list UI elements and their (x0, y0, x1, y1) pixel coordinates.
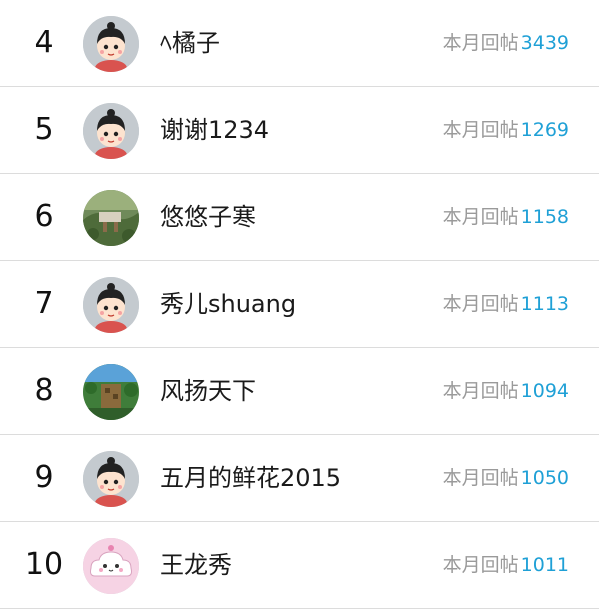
stat-label: 本月回帖 (442, 554, 519, 576)
leaderboard-row[interactable]: 5 谢谢1234 本月回帖 1269 (0, 87, 599, 174)
monthly-posts-stat: 本月回帖 3439 (443, 0, 569, 86)
monthly-posts-stat: 本月回帖 1011 (443, 522, 569, 608)
username: 风扬天下 (160, 377, 256, 405)
leaderboard-row[interactable]: 9 五月的鲜花2015 本月回帖 1050 (0, 435, 599, 522)
leaderboard-row[interactable]: 6 悠悠子寒 本月回帖 1158 (0, 174, 599, 261)
stat-label: 本月回帖 (442, 293, 519, 315)
stat-value: 1094 (520, 380, 569, 402)
stat-value: 1050 (520, 467, 569, 489)
cloud-avatar-icon[interactable] (83, 538, 139, 594)
girl-avatar-icon[interactable] (83, 16, 139, 72)
stat-label: 本月回帖 (442, 119, 519, 141)
stat-value: 3439 (520, 32, 569, 54)
username: 王龙秀 (160, 551, 232, 579)
landscape-avatar-icon[interactable] (83, 364, 139, 420)
stat-value: 1158 (520, 206, 569, 228)
username: ﾍ橘子 (160, 29, 220, 57)
leaderboard-row[interactable]: 7 秀儿shuang 本月回帖 1113 (0, 261, 599, 348)
girl-avatar-icon[interactable] (83, 277, 139, 333)
leaderboard-list: 4 ﾍ橘子 本月回帖 3439 5 谢谢1234 本月回帖 1269 6 悠悠子… (0, 0, 599, 609)
rank-number: 4 (34, 25, 54, 60)
rank-number: 9 (34, 460, 54, 495)
stat-label: 本月回帖 (442, 206, 519, 228)
rank-number: 10 (24, 547, 64, 582)
username: 秀儿shuang (160, 290, 297, 318)
monthly-posts-stat: 本月回帖 1050 (443, 435, 569, 521)
girl-avatar-icon[interactable] (83, 103, 139, 159)
leaderboard-row[interactable]: 4 ﾍ橘子 本月回帖 3439 (0, 0, 599, 87)
username: 悠悠子寒 (160, 203, 256, 231)
rank-number: 8 (34, 373, 54, 408)
monthly-posts-stat: 本月回帖 1269 (443, 87, 569, 173)
monthly-posts-stat: 本月回帖 1158 (443, 174, 569, 260)
username: 谢谢1234 (160, 116, 270, 144)
username: 五月的鲜花2015 (160, 464, 342, 492)
monthly-posts-stat: 本月回帖 1094 (443, 348, 569, 434)
stat-value: 1269 (520, 119, 569, 141)
girl-avatar-icon[interactable] (83, 451, 139, 507)
monthly-posts-stat: 本月回帖 1113 (443, 261, 569, 347)
rank-number: 7 (34, 286, 54, 321)
stat-label: 本月回帖 (442, 380, 519, 402)
stat-label: 本月回帖 (442, 467, 519, 489)
stat-value: 1113 (520, 293, 569, 315)
rank-number: 6 (34, 199, 54, 234)
photo-avatar-icon[interactable] (83, 190, 139, 246)
stat-value: 1011 (520, 554, 569, 576)
stat-label: 本月回帖 (442, 32, 519, 54)
leaderboard-row[interactable]: 8 风扬天下 本月回帖 1094 (0, 348, 599, 435)
rank-number: 5 (34, 112, 54, 147)
leaderboard-row[interactable]: 10 王龙秀 本月回帖 1011 (0, 522, 599, 609)
